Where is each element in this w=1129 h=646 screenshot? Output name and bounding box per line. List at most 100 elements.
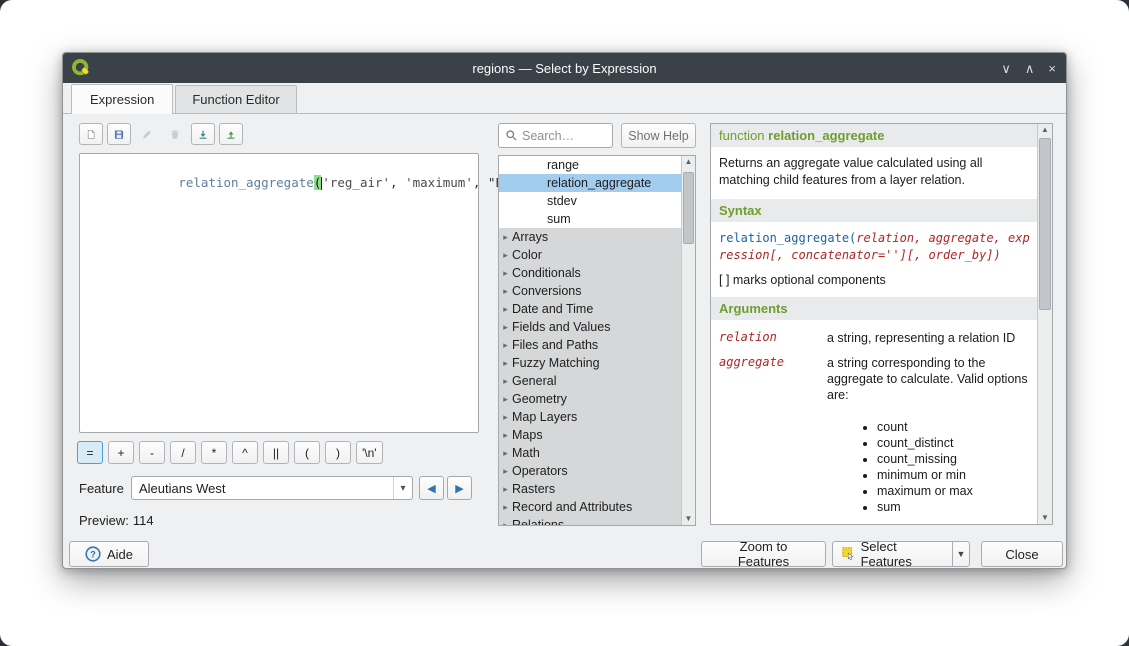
- function-list-item[interactable]: ▸ Maps: [499, 426, 682, 444]
- scrollbar-thumb[interactable]: [683, 172, 694, 244]
- operator-button[interactable]: '\n': [356, 441, 383, 464]
- expand-arrow-icon[interactable]: ▸: [499, 480, 512, 498]
- scroll-down-arrow-icon[interactable]: ▼: [1038, 512, 1052, 524]
- maximize-button[interactable]: ∧: [1025, 62, 1035, 75]
- function-list-item[interactable]: ▸ Conditionals: [499, 264, 682, 282]
- function-list-item[interactable]: ▸ relation_aggregate: [499, 174, 682, 192]
- function-list-item-label: Date and Time: [512, 300, 593, 318]
- select-features-dropdown-arrow[interactable]: ▼: [952, 542, 969, 566]
- expand-arrow-icon[interactable]: ▸: [499, 408, 512, 426]
- help-title: function relation_aggregate: [711, 124, 1038, 147]
- expand-arrow-icon[interactable]: ▸: [499, 426, 512, 444]
- next-feature-button[interactable]: ▶: [447, 476, 472, 500]
- search-input[interactable]: Search…: [498, 123, 613, 148]
- expand-arrow-icon[interactable]: ▸: [499, 516, 512, 526]
- chevron-down-icon[interactable]: ▾: [393, 477, 412, 499]
- shade-button[interactable]: ∨: [1001, 62, 1011, 75]
- expand-arrow-icon[interactable]: ▸: [499, 246, 512, 264]
- close-button[interactable]: Close: [981, 541, 1063, 567]
- expression-editor[interactable]: relation_aggregate('reg_air', 'maximum',…: [79, 153, 479, 433]
- titlebar[interactable]: regions — Select by Expression ∨ ∧ ×: [63, 53, 1066, 83]
- operator-button[interactable]: ^: [232, 441, 258, 464]
- select-features-main[interactable]: Select Features: [833, 539, 946, 569]
- previous-feature-button[interactable]: ◀: [419, 476, 444, 500]
- delete-expression-button[interactable]: [163, 123, 187, 145]
- function-list-item-label: Fuzzy Matching: [512, 354, 600, 372]
- function-list-item[interactable]: ▸ stdev: [499, 192, 682, 210]
- operator-button[interactable]: ||: [263, 441, 289, 464]
- function-list-item-label: Maps: [512, 426, 543, 444]
- import-expressions-button[interactable]: [191, 123, 215, 145]
- screen-canvas: regions — Select by Expression ∨ ∧ × Exp…: [0, 0, 1129, 646]
- expand-arrow-icon[interactable]: ▸: [499, 282, 512, 300]
- function-list-item[interactable]: ▸ Geometry: [499, 390, 682, 408]
- function-list-item[interactable]: ▸ Map Layers: [499, 408, 682, 426]
- function-list-item[interactable]: ▸ Arrays: [499, 228, 682, 246]
- expand-arrow-icon[interactable]: ▸: [499, 336, 512, 354]
- expand-arrow-icon[interactable]: ▸: [499, 498, 512, 516]
- expand-arrow-icon[interactable]: ▸: [499, 354, 512, 372]
- function-list-item-label: Fields and Values: [512, 318, 610, 336]
- function-list[interactable]: ▸ range ▸ relation_aggregate ▸ stdev ▸ s…: [498, 155, 696, 526]
- expand-arrow-icon[interactable]: ▸: [499, 300, 512, 318]
- function-list-item[interactable]: ▸ Files and Paths: [499, 336, 682, 354]
- function-list-item[interactable]: ▸ Rasters: [499, 480, 682, 498]
- help-panel-scrollbar[interactable]: ▲ ▼: [1037, 124, 1052, 524]
- function-list-item[interactable]: ▸ Fields and Values: [499, 318, 682, 336]
- expand-arrow-icon[interactable]: ▸: [499, 372, 512, 390]
- function-list-item[interactable]: ▸ Conversions: [499, 282, 682, 300]
- expand-arrow-icon[interactable]: ▸: [499, 228, 512, 246]
- argument-name: aggregate: [719, 355, 819, 404]
- expand-arrow-icon[interactable]: ▸: [499, 264, 512, 282]
- zoom-to-features-button[interactable]: Zoom to Features: [701, 541, 826, 567]
- operator-button[interactable]: +: [108, 441, 134, 464]
- help-button[interactable]: ? Aide: [69, 541, 149, 567]
- scroll-down-arrow-icon[interactable]: ▼: [682, 513, 695, 525]
- function-list-scrollbar[interactable]: ▲ ▼: [681, 156, 695, 525]
- export-expressions-button[interactable]: [219, 123, 243, 145]
- syntax-code: relation_aggregate(relation, aggregate, …: [711, 222, 1038, 268]
- tab-expression[interactable]: Expression: [71, 84, 173, 114]
- tab-function-editor[interactable]: Function Editor: [175, 85, 296, 113]
- operator-button[interactable]: -: [139, 441, 165, 464]
- syntax-function-name: relation_aggregate(: [719, 231, 856, 245]
- expand-arrow-icon[interactable]: ▸: [499, 390, 512, 408]
- function-list-item-label: Conditionals: [512, 264, 581, 282]
- save-expression-button[interactable]: [107, 123, 131, 145]
- arrow-down-icon: [198, 127, 208, 142]
- close-window-button[interactable]: ×: [1048, 62, 1056, 75]
- function-list-item[interactable]: ▸ Relations: [499, 516, 682, 526]
- operator-button[interactable]: ): [325, 441, 351, 464]
- scroll-up-arrow-icon[interactable]: ▲: [682, 156, 695, 168]
- function-list-item[interactable]: ▸ Record and Attributes: [499, 498, 682, 516]
- function-list-item[interactable]: ▸ Fuzzy Matching: [499, 354, 682, 372]
- function-list-item[interactable]: ▸ Color: [499, 246, 682, 264]
- search-icon: [505, 129, 518, 142]
- operator-button[interactable]: (: [294, 441, 320, 464]
- edit-expression-button[interactable]: [135, 123, 159, 145]
- function-list-item[interactable]: ▸ Operators: [499, 462, 682, 480]
- show-help-button[interactable]: Show Help: [621, 123, 696, 148]
- operator-button[interactable]: =: [77, 441, 103, 464]
- search-placeholder: Search…: [522, 129, 574, 143]
- desktop-background: regions — Select by Expression ∨ ∧ × Exp…: [0, 0, 1129, 646]
- expand-arrow-icon[interactable]: ▸: [499, 444, 512, 462]
- zoom-to-features-label: Zoom to Features: [714, 539, 813, 569]
- operator-button[interactable]: *: [201, 441, 227, 464]
- function-list-item[interactable]: ▸ Date and Time: [499, 300, 682, 318]
- argument-description: a string corresponding to the aggregate …: [827, 355, 1030, 404]
- new-expression-button[interactable]: [79, 123, 103, 145]
- select-by-expression-dialog: regions — Select by Expression ∨ ∧ × Exp…: [62, 52, 1067, 569]
- scroll-up-arrow-icon[interactable]: ▲: [1038, 124, 1052, 136]
- aggregate-option: count: [877, 419, 1038, 435]
- select-features-split-button[interactable]: Select Features ▼: [832, 541, 970, 567]
- scrollbar-thumb[interactable]: [1039, 138, 1051, 310]
- function-list-item[interactable]: ▸ sum: [499, 210, 682, 228]
- function-list-item[interactable]: ▸ range: [499, 156, 682, 174]
- function-list-item[interactable]: ▸ Math: [499, 444, 682, 462]
- expand-arrow-icon[interactable]: ▸: [499, 462, 512, 480]
- function-list-item[interactable]: ▸ General: [499, 372, 682, 390]
- operator-button[interactable]: /: [170, 441, 196, 464]
- feature-combobox[interactable]: Aleutians West ▾: [131, 476, 413, 500]
- expand-arrow-icon[interactable]: ▸: [499, 318, 512, 336]
